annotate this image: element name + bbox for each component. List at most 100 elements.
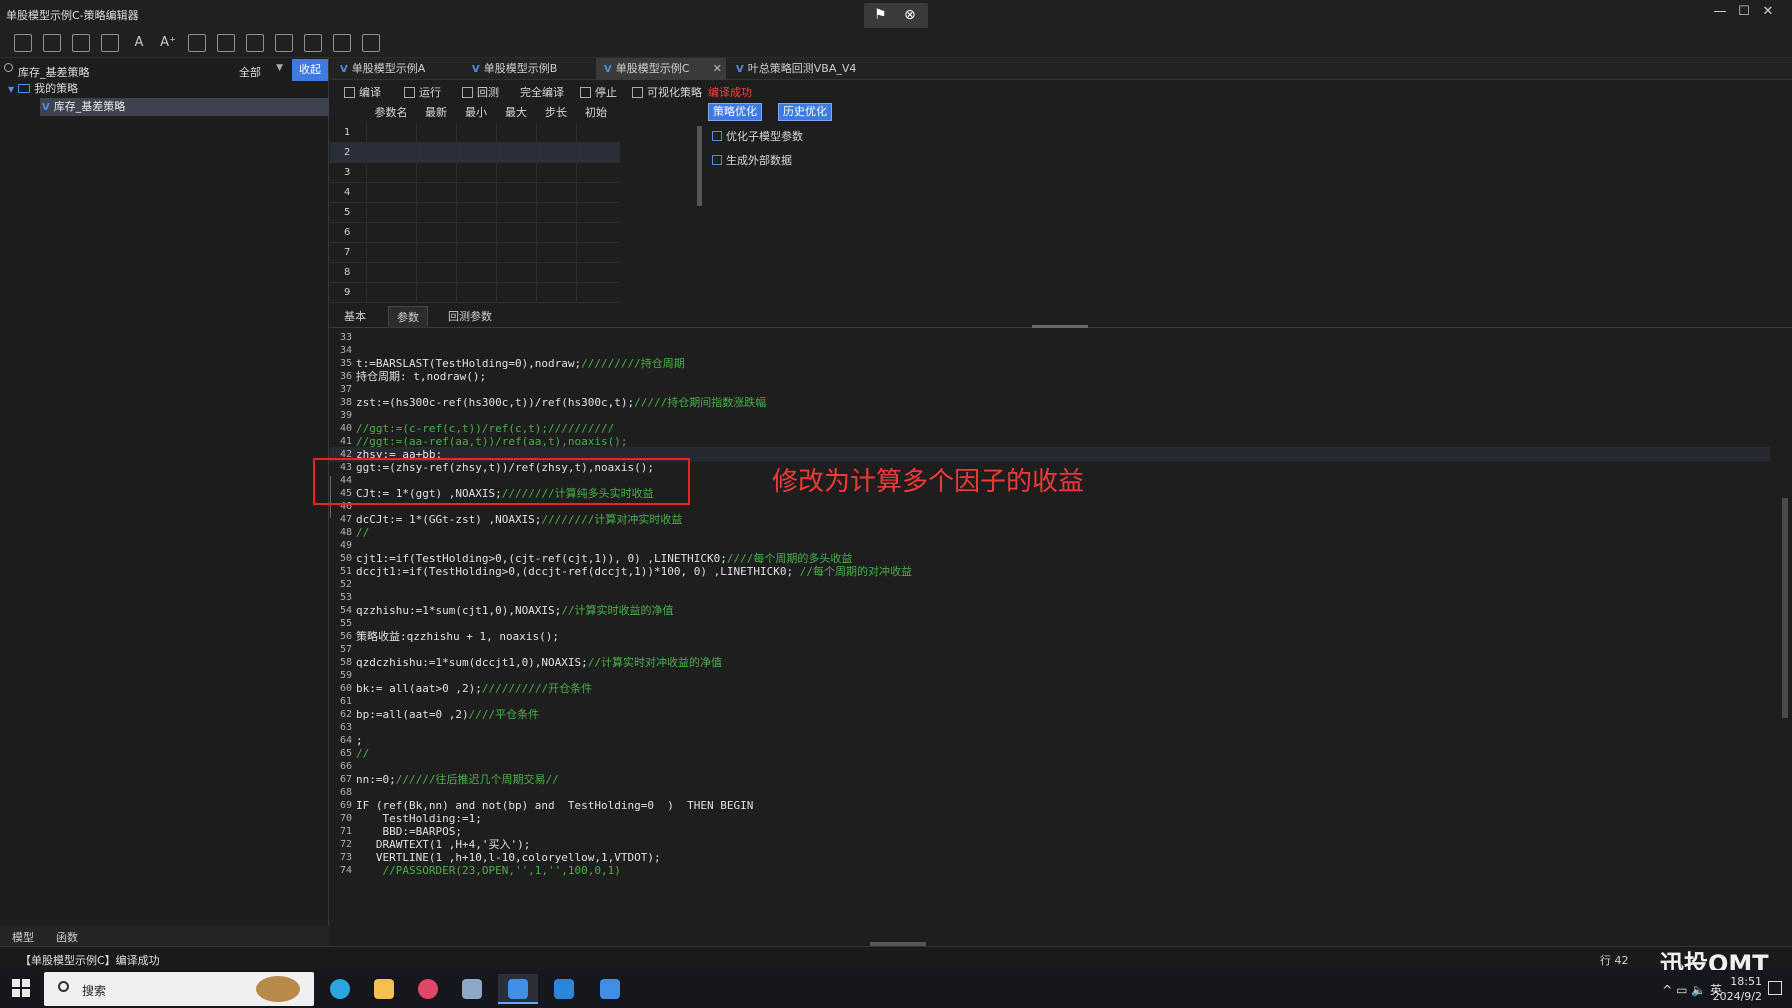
strategy-file-icon: V (604, 64, 612, 75)
code-text: bk:= all(aat>0 ,2);//////////开仓条件 (356, 681, 592, 696)
title-bar: 单股模型示例C-策略编辑器 ⚑ ⊗ — ☐ ✕ (0, 0, 1792, 29)
new-file-icon[interactable] (14, 34, 32, 52)
file-explorer-icon[interactable] (364, 974, 404, 1004)
code-text: 策略收益:qzzhishu + 1, noaxis(); (356, 629, 559, 644)
tree-item-my-strategies[interactable]: ▼ 我的策略 (8, 80, 78, 98)
code-editor[interactable]: 33 34 35 t:=BARSLAST(TestHolding=0),nodraw;… (330, 328, 1792, 946)
tab-basic[interactable]: 基本 (336, 306, 374, 327)
tab-model-b[interactable]: V 单股模型示例B (464, 58, 594, 80)
tree-item-selected-strategy[interactable]: V 库存_基差策略 (40, 98, 329, 116)
close-circle-icon[interactable]: ⊗ (904, 7, 916, 23)
tab-params[interactable]: 参数 (388, 306, 428, 327)
run-button[interactable]: 运行 (404, 84, 441, 100)
compile-status: 编译成功 (708, 86, 752, 99)
wechat-app-icon[interactable] (452, 974, 492, 1004)
qmt-app-icon[interactable] (498, 974, 538, 1004)
left-bottom-tabs: 模型 函数 (0, 926, 329, 946)
full-compile-button[interactable]: 完全编译 (520, 84, 564, 100)
code-statement: dccjt1:=if(TestHolding>0,(dccjt-ref(dccj… (356, 565, 794, 578)
code-comment: ////平仓条件 (468, 708, 540, 721)
document-lock-icon[interactable] (304, 34, 322, 52)
code-text: qzdczhishu:=1*sum(dccjt1,0),NOAXIS;//计算实… (356, 655, 722, 670)
tree-expand-icon[interactable]: ▼ (8, 85, 14, 94)
minimize-button[interactable]: — (1709, 4, 1731, 19)
code-text: dcCJt:= 1*(GGt-zst) ,NOAXIS;////////计算对冲… (356, 512, 682, 527)
qmt-secondary-app-icon[interactable] (590, 974, 630, 1004)
maximize-button[interactable]: ☐ (1733, 4, 1755, 19)
collapse-button[interactable]: 收起 (292, 59, 328, 81)
code-statement: zst:=(hs300c-ref(hs300c,t))/ref(hs300c,t… (356, 396, 635, 409)
document-settings-icon[interactable] (333, 34, 351, 52)
vscode-app-icon[interactable] (544, 974, 584, 1004)
panel-tabs: 基本 参数 回测参数 (330, 306, 1792, 328)
folder-icon (18, 84, 31, 93)
code-text: 持仓周期: t,nodraw(); (356, 369, 486, 384)
close-tab-icon[interactable]: ✕ (713, 58, 722, 80)
code-comment: //PASSORDER(23,OPEN,'',1,'',100,0,1) (356, 864, 621, 877)
close-button[interactable]: ✕ (1757, 4, 1779, 19)
strategy-file-icon: V (340, 64, 348, 75)
filter-select[interactable]: 全部 ▼ (236, 60, 286, 80)
tab-model-a[interactable]: V 单股模型示例A (332, 58, 462, 80)
run-icon (404, 87, 415, 98)
history-optimize-button[interactable]: 历史优化 (778, 103, 832, 121)
code-statement: bk:= all(aat>0 ,2); (356, 682, 482, 695)
code-text: nn:=0;//////往后推迟几个周期交易// (356, 772, 559, 787)
flag-icon[interactable]: ⚑ (874, 7, 887, 23)
editor-scrollbar[interactable] (1782, 498, 1788, 718)
import-icon[interactable] (188, 34, 206, 52)
document-icon[interactable] (275, 34, 293, 52)
highlight-box (313, 458, 690, 505)
code-text: // (356, 525, 369, 540)
visual-strategy-button[interactable]: 可视化策略 (632, 84, 702, 100)
notification-icon[interactable] (1768, 981, 1782, 995)
compile-button[interactable]: 编译 (344, 84, 381, 100)
copy-icon[interactable] (101, 34, 119, 52)
media-app-icon[interactable] (408, 974, 448, 1004)
document-tabs: V 单股模型示例A V 单股模型示例B V 单股模型示例C ✕ V 叶总策略回测VBA_V… (330, 58, 1792, 80)
col-param-name: 参数名 (374, 106, 408, 119)
tab-backtest-params[interactable]: 回测参数 (440, 306, 500, 327)
code-statement: nn:=0; (356, 773, 396, 786)
code-statement: qzzhishu:=1*sum(cjt1,0),NOAXIS; (356, 604, 562, 617)
strategy-search-input[interactable]: 库存_基差策略 (0, 60, 235, 80)
font-decrease-icon[interactable]: A (130, 34, 148, 52)
backtest-button[interactable]: 回测 (462, 84, 499, 100)
tab-model[interactable]: 模型 (12, 929, 34, 945)
strategy-optimize-button[interactable]: 策略优化 (708, 103, 762, 121)
edit-icon[interactable] (246, 34, 264, 52)
windows-start-icon[interactable] (12, 979, 30, 997)
tab-function[interactable]: 函数 (56, 929, 78, 945)
cursor-position: 行 42 (1600, 954, 1629, 967)
tab-model-c[interactable]: V 单股模型示例C ✕ (596, 58, 726, 80)
taskbar-search[interactable]: 搜索 (44, 972, 314, 1006)
code-text: //PASSORDER(23,OPEN,'',1,'',100,0,1) (356, 863, 621, 878)
code-statement: bp:=all(aat=0 ,2) (356, 708, 469, 721)
code-statement: 策略收益:qzzhishu + 1, noaxis(); (356, 630, 559, 643)
tab-backtest-vba[interactable]: V 叶总策略回测VBA_V4 (728, 58, 878, 80)
toolbar: A A⁺ (0, 28, 1792, 58)
code-text: zst:=(hs300c-ref(hs300c,t))/ref(hs300c,t… (356, 395, 766, 410)
document-search-icon[interactable] (362, 34, 380, 52)
recording-widget: ⚑ ⊗ (864, 3, 928, 29)
checkbox-icon (712, 131, 722, 141)
grid-divider (496, 123, 497, 303)
grid-scrollbar[interactable] (697, 126, 702, 206)
strategy-file-icon: V (472, 64, 480, 75)
optimize-submodel-checkbox[interactable]: 优化子模型参数 (712, 128, 803, 144)
save-as-icon[interactable] (72, 34, 90, 52)
code-comment: //////往后推迟几个周期交易// (395, 773, 559, 786)
code-statement: 持仓周期: t,nodraw(); (356, 370, 487, 383)
font-increase-icon[interactable]: A⁺ (159, 34, 177, 52)
save-icon[interactable] (43, 34, 61, 52)
code-text: qzzhishu:=1*sum(cjt1,0),NOAXIS;//计算实时收益的… (356, 603, 674, 618)
system-clock[interactable]: 18:51 2024/9/2 (1713, 974, 1762, 1004)
edge-app-icon[interactable] (320, 974, 360, 1004)
generate-external-data-checkbox[interactable]: 生成外部数据 (712, 152, 792, 168)
window-title: 单股模型示例C-策略编辑器 (6, 9, 139, 22)
grid-divider (366, 123, 367, 303)
export-icon[interactable] (217, 34, 235, 52)
strategy-file-icon: V (736, 64, 744, 75)
code-comment: /////////持仓周期 (581, 357, 685, 370)
stop-button[interactable]: 停止 (580, 84, 617, 100)
